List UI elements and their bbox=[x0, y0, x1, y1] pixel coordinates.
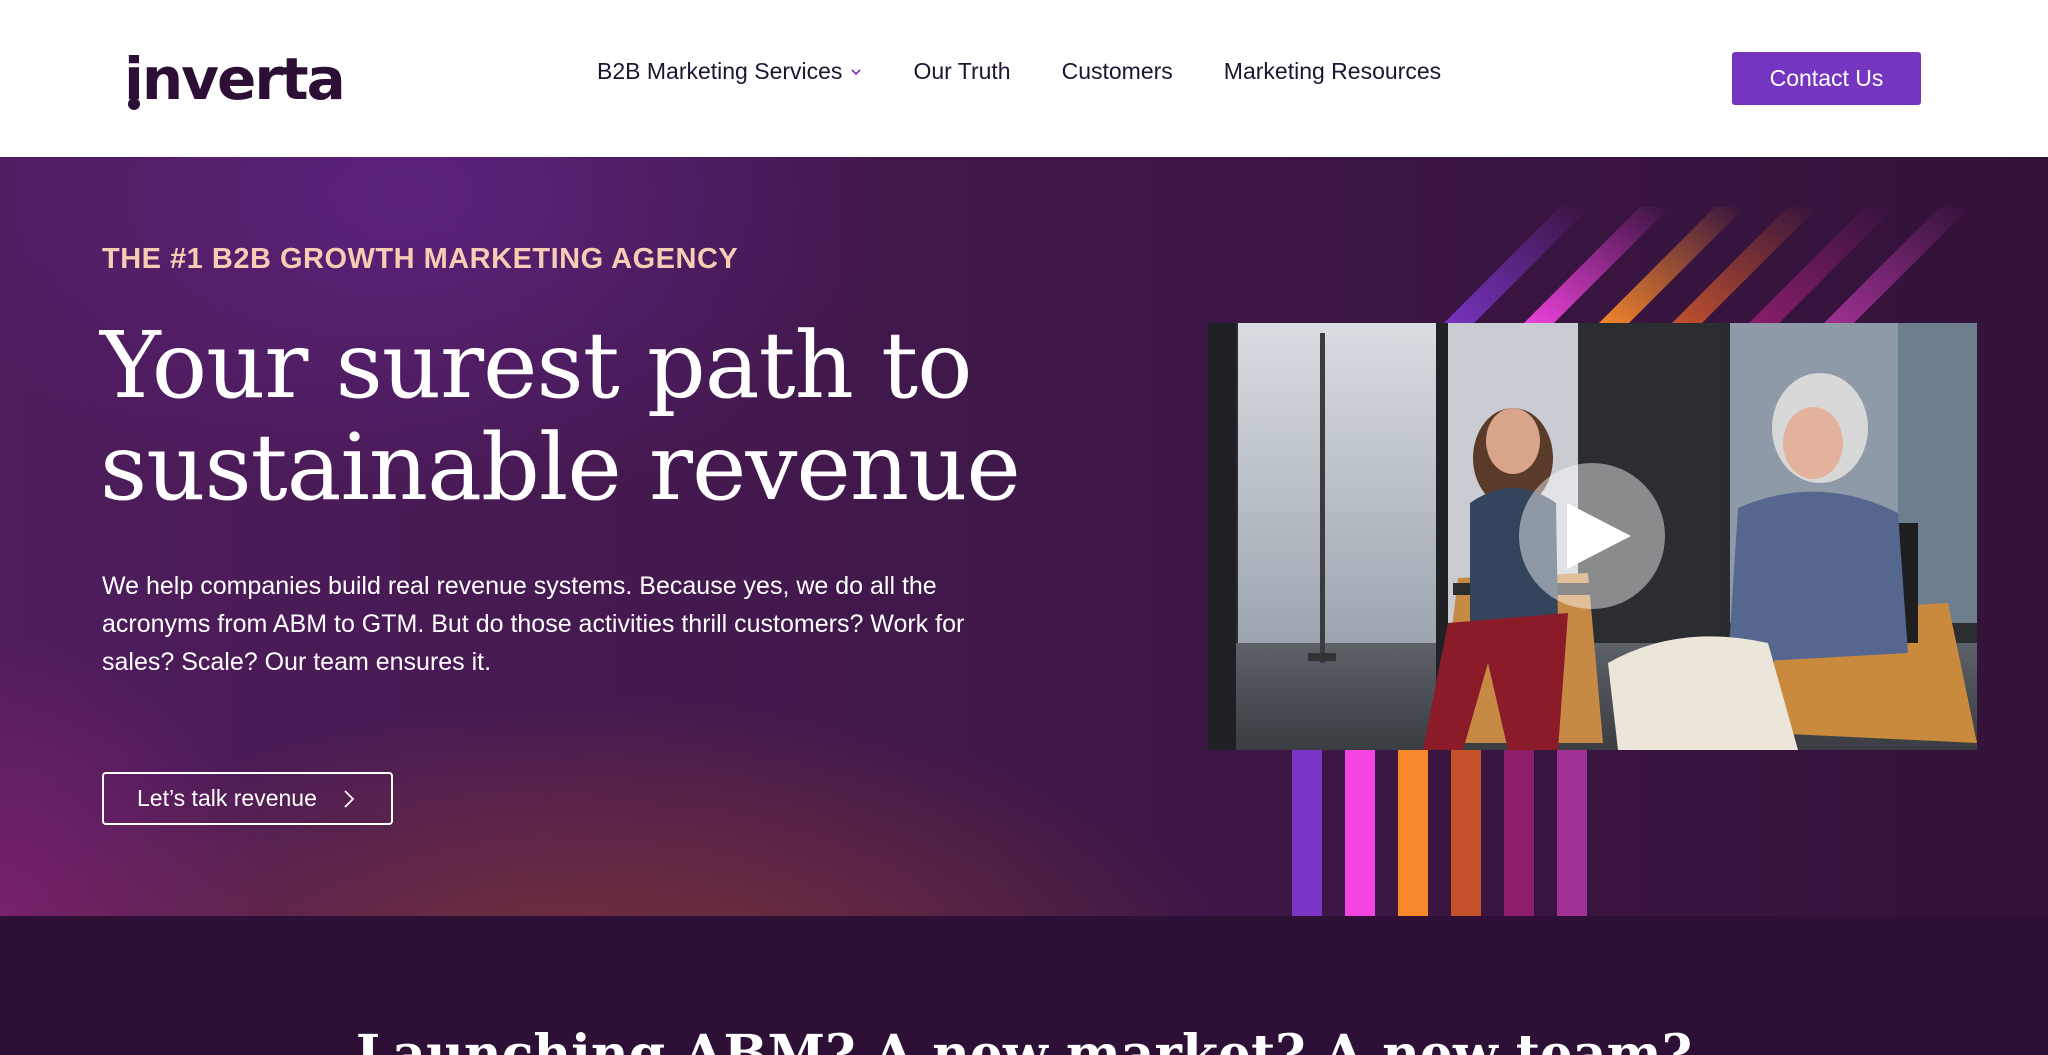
headline-line-1: Your surest path to bbox=[100, 312, 972, 419]
decor-bar-rust bbox=[1451, 750, 1481, 916]
main-nav: B2B Marketing Services Our Truth Custome… bbox=[597, 58, 1441, 85]
hero-section: THE #1 B2B GROWTH MARKETING AGENCY Your … bbox=[0, 157, 2048, 916]
video-play-button[interactable] bbox=[1519, 463, 1665, 609]
hero-headline: Your surest path to sustainable revenue bbox=[100, 315, 1100, 519]
decor-bar-purple bbox=[1292, 750, 1322, 916]
decor-bar-pink bbox=[1345, 750, 1375, 916]
next-section: Launching ABM? A new market? A new team? bbox=[0, 916, 2048, 1055]
nav-item-our-truth[interactable]: Our Truth bbox=[913, 58, 1010, 85]
decor-bar-magenta bbox=[1557, 750, 1587, 916]
nav-item-label: B2B Marketing Services bbox=[597, 58, 843, 84]
nav-item-b2b-marketing-services[interactable]: B2B Marketing Services bbox=[597, 58, 862, 85]
hero-intro: We help companies build real revenue sys… bbox=[102, 572, 965, 676]
hero-video[interactable] bbox=[1208, 323, 1977, 750]
play-icon bbox=[1567, 503, 1631, 569]
nav-item-label: Our Truth bbox=[913, 58, 1011, 84]
nav-item-label: Customers bbox=[1061, 58, 1173, 84]
site-header: inverta B2B Marketing Services Our Truth… bbox=[0, 0, 2048, 157]
cta-label: Let’s talk revenue bbox=[137, 785, 317, 811]
decor-bar-orange bbox=[1398, 750, 1428, 916]
decor-bar-plum bbox=[1504, 750, 1534, 916]
contact-us-button[interactable]: Contact Us bbox=[1732, 52, 1921, 105]
headline-line-2: sustainable revenue bbox=[100, 414, 1021, 521]
nav-item-label: Marketing Resources bbox=[1223, 58, 1442, 84]
nav-item-customers[interactable]: Customers bbox=[1062, 58, 1173, 85]
section-title: Launching ABM? A new market? A new team? bbox=[355, 1024, 1693, 1055]
logo-text: inverta bbox=[124, 45, 346, 113]
chevron-right-icon bbox=[344, 789, 355, 808]
lets-talk-revenue-button[interactable]: Let’s talk revenue bbox=[102, 772, 393, 825]
inverta-logo[interactable]: inverta bbox=[124, 44, 346, 114]
nav-item-marketing-resources[interactable]: Marketing Resources bbox=[1224, 58, 1441, 85]
hero-eyebrow: THE #1 B2B GROWTH MARKETING AGENCY bbox=[102, 243, 739, 275]
logo-dot bbox=[128, 98, 140, 110]
chevron-down-icon bbox=[851, 68, 862, 75]
diagonal-stripes-decoration bbox=[1440, 207, 1970, 327]
